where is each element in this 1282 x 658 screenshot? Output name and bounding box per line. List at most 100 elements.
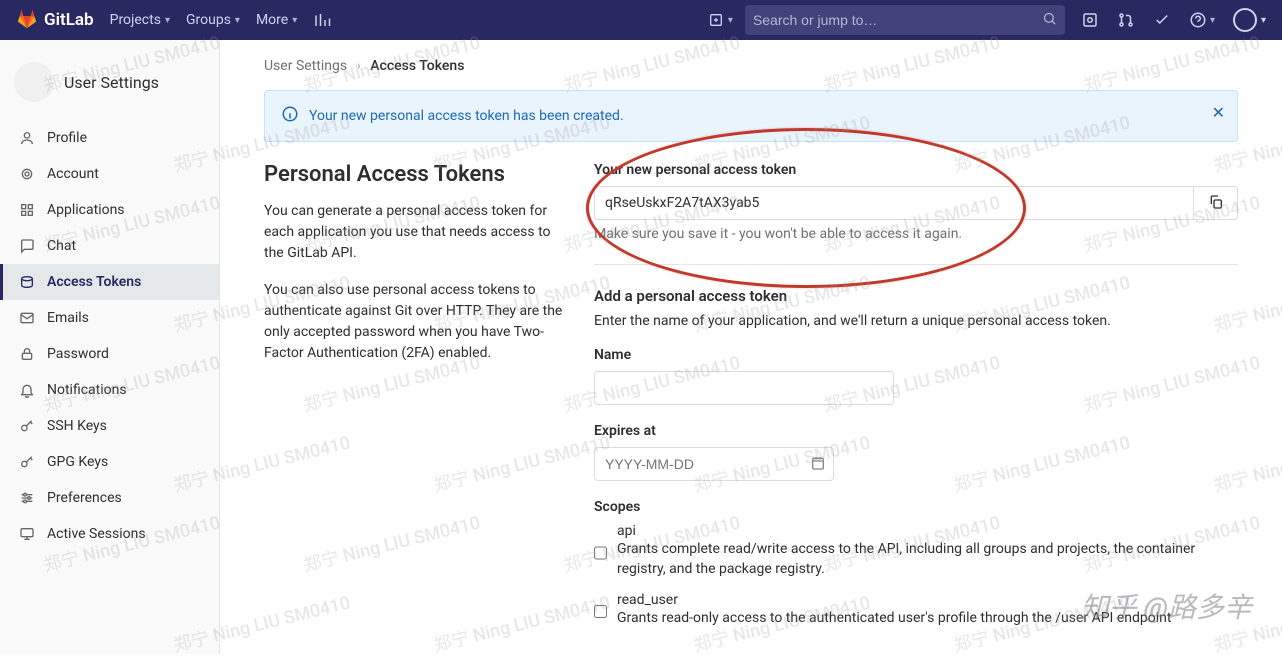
copy-token-button[interactable] [1194, 186, 1238, 220]
scope-row-read-user: read_user Grants read-only access to the… [594, 592, 1238, 628]
sidebar-item-label: Notifications [47, 382, 127, 398]
name-label: Name [594, 347, 1238, 363]
merge-requests-icon[interactable] [1117, 11, 1135, 29]
global-search[interactable] [745, 5, 1065, 35]
search-icon[interactable] [1042, 11, 1057, 30]
nav-groups[interactable]: Groups ▾ [186, 12, 240, 28]
preferences-icon [19, 490, 35, 506]
help-dropdown[interactable]: ▾ [1189, 11, 1215, 29]
brand-name: GitLab [44, 10, 94, 30]
sidebar-item-label: Access Tokens [47, 274, 141, 290]
avatar-icon [14, 62, 54, 102]
sidebar-item-password[interactable]: Password [0, 336, 219, 372]
divider [594, 264, 1238, 265]
scope-api-checkbox[interactable] [594, 526, 607, 580]
chevron-down-icon: ▾ [1210, 15, 1215, 26]
calendar-icon[interactable] [810, 455, 826, 475]
chevron-down-icon: ▾ [165, 15, 170, 26]
sidebar-item-applications[interactable]: Applications [0, 192, 219, 228]
sidebar-item-label: Emails [47, 310, 89, 326]
chevron-down-icon: ▾ [235, 15, 240, 26]
nav-groups-label: Groups [186, 12, 231, 28]
chat-icon [19, 238, 35, 254]
avatar-icon [1233, 8, 1257, 32]
sidebar-header: User Settings [0, 52, 219, 120]
sidebar-item-label: SSH Keys [47, 418, 107, 434]
new-dropdown[interactable]: ▾ [708, 12, 733, 28]
sidebar-item-chat[interactable]: Chat [0, 228, 219, 264]
gitlab-icon [16, 7, 38, 33]
close-icon[interactable]: ✕ [1212, 103, 1225, 122]
sidebar-item-label: Applications [47, 202, 125, 218]
activity-icon[interactable] [313, 11, 331, 29]
sidebar-item-label: Preferences [47, 490, 122, 506]
new-token-label: Your new personal access token [594, 162, 1238, 178]
add-token-desc: Enter the name of your application, and … [594, 313, 1238, 329]
scope-read-user-checkbox[interactable] [594, 595, 607, 628]
breadcrumb-root[interactable]: User Settings [264, 58, 347, 74]
token-form-column: Your new personal access token Make sure… [594, 162, 1238, 646]
top-navbar: GitLab Projects ▾ Groups ▾ More ▾ ▾ [0, 0, 1282, 40]
sidebar-item-access-tokens[interactable]: Access Tokens [0, 264, 219, 300]
account-icon [19, 166, 35, 182]
nav-more[interactable]: More ▾ [256, 12, 297, 28]
scope-row-api: api Grants complete read/write access to… [594, 523, 1238, 580]
page-desc-1: You can generate a personal access token… [264, 201, 564, 264]
search-input[interactable] [753, 12, 1042, 28]
nav-projects-label: Projects [110, 12, 161, 28]
key-icon [19, 454, 35, 470]
expires-at-input[interactable] [594, 447, 834, 481]
sidebar-item-notifications[interactable]: Notifications [0, 372, 219, 408]
scope-api-desc: Grants complete read/write access to the… [617, 539, 1238, 580]
nav-projects[interactable]: Projects ▾ [110, 12, 170, 28]
token-hint: Make sure you save it - you won't be abl… [594, 226, 1238, 242]
breadcrumb: User Settings › Access Tokens [264, 58, 1238, 74]
token-icon [19, 274, 35, 290]
scope-read-user-desc: Grants read-only access to the authentic… [617, 608, 1238, 628]
add-token-title: Add a personal access token [594, 287, 1238, 305]
sidebar-item-account[interactable]: Account [0, 156, 219, 192]
page-desc-2: You can also use personal access tokens … [264, 280, 564, 364]
main-content: User Settings › Access Tokens Your new p… [220, 40, 1282, 654]
sidebar-item-label: GPG Keys [47, 454, 108, 470]
chevron-down-icon: ▾ [728, 15, 733, 26]
alert-text: Your new personal access token has been … [309, 108, 624, 124]
success-alert: Your new personal access token has been … [264, 90, 1238, 142]
settings-sidebar: User Settings Profile Account Applicatio… [0, 40, 220, 654]
user-menu[interactable]: ▾ [1233, 8, 1266, 32]
mail-icon [19, 310, 35, 326]
todos-icon[interactable] [1153, 11, 1171, 29]
sidebar-item-emails[interactable]: Emails [0, 300, 219, 336]
issues-icon[interactable] [1081, 11, 1099, 29]
info-icon [281, 105, 299, 127]
scope-api-name: api [617, 523, 1238, 539]
scopes-label: Scopes [594, 499, 1238, 515]
sidebar-item-label: Profile [47, 130, 87, 146]
sidebar-item-profile[interactable]: Profile [0, 120, 219, 156]
clipboard-icon [1208, 194, 1224, 213]
nav-more-label: More [256, 12, 288, 28]
new-token-value[interactable] [594, 186, 1194, 220]
chevron-right-icon: › [357, 58, 361, 74]
sidebar-title: User Settings [64, 73, 159, 92]
chevron-down-icon: ▾ [292, 15, 297, 26]
token-name-input[interactable] [594, 371, 894, 405]
expires-label: Expires at [594, 423, 1238, 439]
sidebar-item-ssh-keys[interactable]: SSH Keys [0, 408, 219, 444]
sidebar-item-label: Chat [47, 238, 76, 254]
user-icon [19, 130, 35, 146]
apps-icon [19, 202, 35, 218]
monitor-icon [19, 526, 35, 542]
sidebar-item-gpg-keys[interactable]: GPG Keys [0, 444, 219, 480]
key-icon [19, 418, 35, 434]
sidebar-item-preferences[interactable]: Preferences [0, 480, 219, 516]
sidebar-item-label: Account [47, 166, 99, 182]
lock-icon [19, 346, 35, 362]
scope-read-user-name: read_user [617, 592, 1238, 608]
page-title: Personal Access Tokens [264, 162, 564, 187]
brand-logo[interactable]: GitLab [16, 7, 94, 33]
page-description-column: Personal Access Tokens You can generate … [264, 162, 564, 646]
bell-icon [19, 382, 35, 398]
sidebar-item-active-sessions[interactable]: Active Sessions [0, 516, 219, 552]
chevron-down-icon: ▾ [1261, 15, 1266, 26]
